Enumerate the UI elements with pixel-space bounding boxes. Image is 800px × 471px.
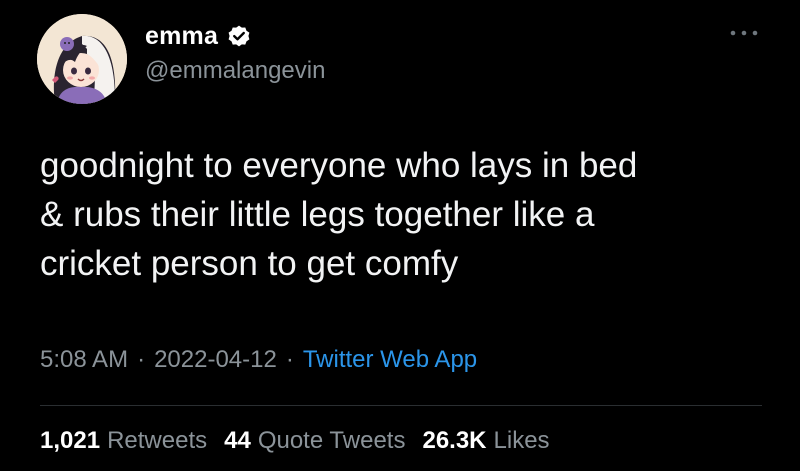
divider [40,405,762,406]
tweet-time[interactable]: 5:08 AM [40,346,128,374]
tweet-card: emma @emmalangevin goodnight to everyone… [0,0,800,471]
tweet-date[interactable]: 2022-04-12 [154,346,277,374]
tweet-stats: 1,021 Retweets 44 Quote Tweets 26.3K Lik… [40,427,567,455]
avatar[interactable] [37,14,127,104]
meta-separator: · [285,346,294,373]
retweets-stat[interactable]: 1,021 Retweets [40,427,207,455]
retweets-label: Retweets [107,427,208,454]
quote-tweets-count: 44 [224,427,251,454]
author-handle[interactable]: @emmalangevin [145,57,325,85]
likes-label: Likes [493,427,550,454]
tweet-text: goodnight to everyone who lays in bed & … [40,146,638,283]
display-name[interactable]: emma [145,22,218,51]
retweets-count: 1,021 [40,427,101,454]
quote-tweets-label: Quote Tweets [257,427,406,454]
author-name-row: emma [145,22,252,51]
meta-separator: · [137,346,146,373]
tweet-meta: 5:08 AM · 2022-04-12 · Twitter Web App [40,346,477,374]
likes-stat[interactable]: 26.3K Likes [422,427,549,455]
quote-tweets-stat[interactable]: 44 Quote Tweets [224,427,405,455]
avatar-illustration-icon [37,14,127,104]
verified-badge-icon [228,25,250,46]
likes-count: 26.3K [422,427,487,454]
tweet-source-link[interactable]: Twitter Web App [303,346,477,374]
more-options-icon[interactable] [728,26,760,40]
